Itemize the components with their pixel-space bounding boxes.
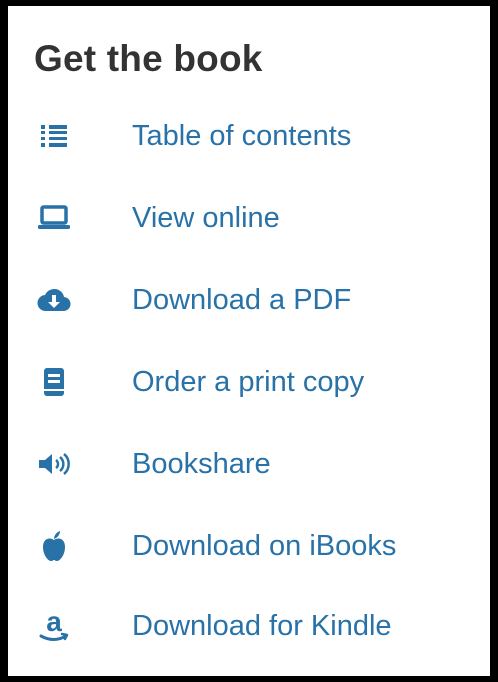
link-bookshare[interactable]: Bookshare — [34, 434, 474, 494]
amazon-icon: a — [34, 606, 74, 646]
link-label[interactable]: Download for Kindle — [132, 610, 392, 643]
link-label[interactable]: View online — [132, 202, 280, 235]
volume-icon — [34, 444, 74, 484]
laptop-icon — [34, 198, 74, 238]
link-label[interactable]: Download a PDF — [132, 284, 351, 317]
book-icon — [34, 362, 74, 402]
get-the-book-panel: Get the book Table of contents View onli… — [0, 0, 498, 682]
link-order-print-copy[interactable]: Order a print copy — [34, 352, 474, 412]
link-label[interactable]: Order a print copy — [132, 366, 364, 399]
link-label[interactable]: Bookshare — [132, 448, 271, 481]
svg-text:a: a — [46, 607, 62, 637]
link-download-pdf[interactable]: Download a PDF — [34, 270, 474, 330]
link-label[interactable]: Download on iBooks — [132, 530, 396, 563]
cloud-download-icon — [34, 280, 74, 320]
link-label[interactable]: Table of contents — [132, 120, 351, 153]
book-links-list: Table of contents View online Download a… — [8, 6, 490, 676]
link-download-ibooks[interactable]: Download on iBooks — [34, 516, 474, 576]
link-view-online[interactable]: View online — [34, 188, 474, 248]
apple-icon — [34, 526, 74, 566]
link-table-of-contents[interactable]: Table of contents — [34, 106, 474, 166]
list-icon — [34, 116, 74, 156]
link-download-kindle[interactable]: a Download for Kindle — [34, 596, 474, 656]
